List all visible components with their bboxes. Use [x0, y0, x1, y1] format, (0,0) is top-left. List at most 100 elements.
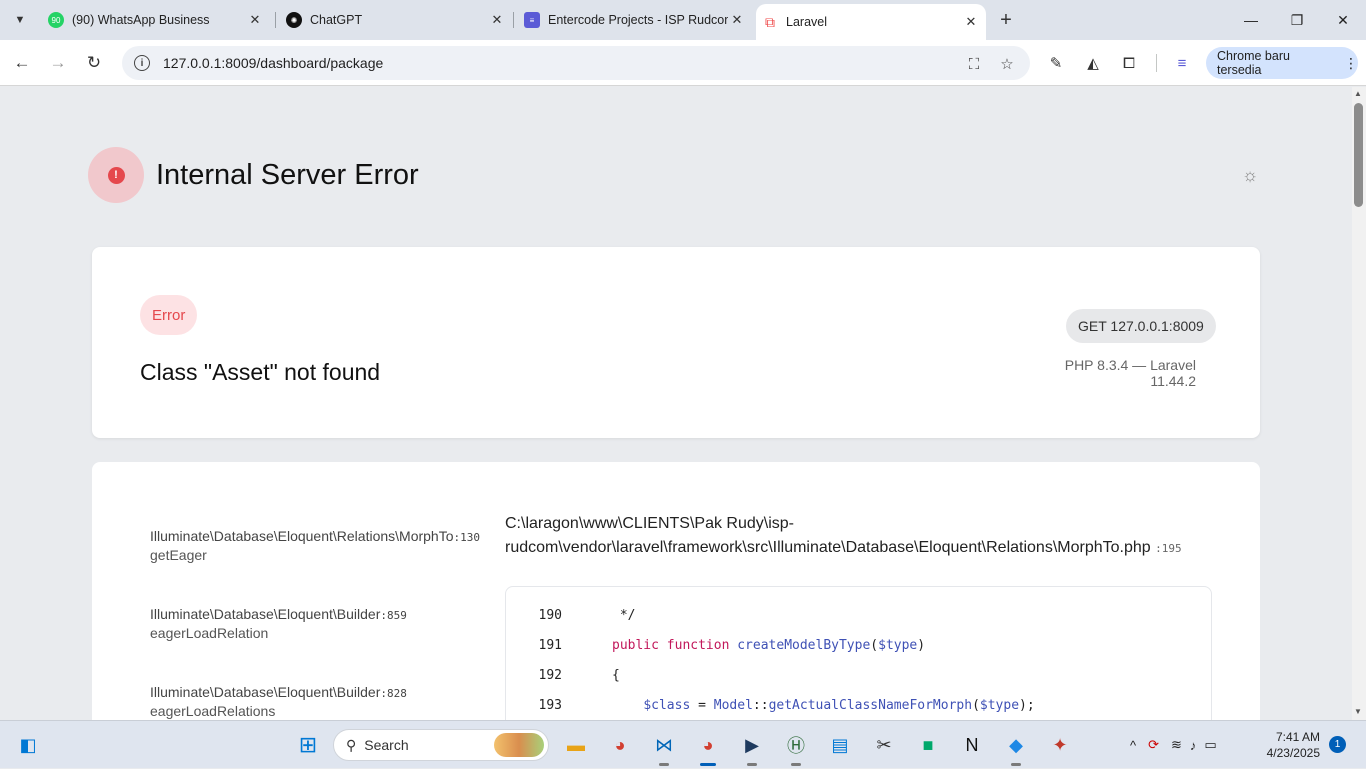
minimize-button[interactable]: — — [1228, 0, 1274, 40]
bookmark-star-icon[interactable]: ☆ — [997, 54, 1017, 74]
frame-class: Illuminate\Database\Eloquent\Builder — [150, 684, 381, 700]
chrome-icon[interactable]: ◕ — [604, 729, 636, 761]
code-text: */ — [612, 607, 636, 623]
exclamation-icon: ! — [107, 166, 125, 184]
tab-title: ChatGPT — [310, 13, 363, 27]
new-tab-button[interactable]: + — [994, 8, 1018, 32]
notepad-icon[interactable]: ▤ — [824, 729, 856, 761]
close-tab-icon[interactable]: ✕ — [488, 11, 506, 29]
frame-function: eagerLoadRelations — [150, 703, 276, 719]
forward-button[interactable]: → — [44, 49, 72, 77]
tab-search-button[interactable]: ▼ — [6, 7, 34, 33]
error-badge: Error — [140, 295, 198, 335]
code-line: 193 $class = Model::getActualClassNameFo… — [506, 690, 1211, 720]
tab-title: Entercode Projects - ISP Rudcom — [548, 13, 728, 27]
stack-frame[interactable]: Illuminate\Database\Eloquent\Builder:859… — [150, 606, 482, 641]
stack-frame[interactable]: Illuminate\Database\Eloquent\Builder:828… — [150, 684, 482, 719]
close-tab-icon[interactable]: ✕ — [962, 13, 980, 31]
exception-message: Class "Asset" not found — [140, 359, 381, 385]
address-bar[interactable]: i 127.0.0.1:8009/dashboard/package ⛶ ☆ — [122, 46, 1030, 80]
error-icon-circle: ! — [88, 147, 144, 203]
toolbar-separator — [1156, 54, 1157, 72]
close-tab-icon[interactable]: ✕ — [246, 11, 264, 29]
file-path[interactable]: C:\laragon\www\CLIENTS\Pak Rudy\isp- rud… — [505, 512, 1225, 561]
code-line-number: 190 — [538, 607, 562, 623]
error-header: ! Internal Server Error — [88, 147, 419, 203]
page-scrollbar[interactable]: ▲ ▼ — [1352, 87, 1366, 720]
file-line-number: :195 — [1155, 542, 1182, 555]
page-viewport: ! Internal Server Error ☼ Error Class "A… — [0, 87, 1352, 720]
site-info-icon[interactable]: i — [134, 55, 150, 71]
extension-a-icon[interactable]: ◭ — [1082, 52, 1104, 74]
tab-separator — [275, 12, 276, 28]
tab-laravel[interactable]: ⧉ Laravel ✕ — [756, 4, 986, 40]
tab-separator — [513, 12, 514, 28]
vscode-icon[interactable]: ⋈ — [648, 729, 680, 766]
scroll-up-icon[interactable]: ▲ — [1354, 89, 1362, 98]
frame-class: Illuminate\Database\Eloquent\Relations\M… — [150, 528, 454, 544]
time: 7:41 AM — [1275, 730, 1320, 744]
stack-frame[interactable]: Illuminate\Database\Eloquent\Relations\M… — [150, 528, 482, 563]
taskbar-search[interactable]: ⚲ Search — [333, 729, 549, 761]
code-text: $class = Model::getActualClassNameForMor… — [643, 697, 1035, 713]
chrome-active-icon[interactable]: ◕ — [692, 729, 724, 766]
frame-class: Illuminate\Database\Eloquent\Builder — [150, 606, 381, 622]
notification-badge[interactable]: 1 — [1329, 736, 1346, 753]
volume-icon[interactable]: ♪ — [1190, 738, 1197, 753]
meet-icon[interactable]: ■ — [912, 729, 944, 761]
app-icon[interactable]: ✦ — [1044, 729, 1076, 761]
version-info: PHP 8.3.4 — Laravel 11.44.2 — [1064, 357, 1196, 389]
search-icon: ⚲ — [346, 736, 357, 753]
chatgpt-icon: ✺ — [286, 12, 302, 28]
menu-dots-icon[interactable]: ⋮ — [1344, 55, 1358, 72]
url-text[interactable]: 127.0.0.1:8009/dashboard/package — [163, 55, 383, 71]
tab-chatgpt[interactable]: ✺ ChatGPT ✕ — [280, 0, 512, 40]
translate-icon[interactable]: ⛶ — [964, 54, 984, 74]
widgets-icon[interactable]: ◧ — [12, 729, 44, 761]
profile-icon[interactable]: ≡ — [1171, 52, 1193, 74]
code-text: public function createModelByType($type) — [612, 637, 926, 653]
terminal-icon[interactable]: ▶ — [736, 729, 768, 766]
start-icon[interactable]: ⊞ — [292, 729, 324, 761]
code-line: 192 { — [506, 660, 1211, 690]
laravel-icon: ⧉ — [765, 13, 775, 30]
linear-icon: ≡ — [524, 12, 540, 28]
tab-title: Laravel — [786, 15, 827, 29]
file-explorer-icon[interactable]: ▬ — [560, 729, 592, 761]
code-text: { — [612, 667, 620, 683]
reload-button[interactable]: ↻ — [80, 49, 108, 77]
chevron-up-icon[interactable]: ^ — [1130, 738, 1136, 753]
back-button[interactable]: ← — [8, 49, 36, 77]
page-title: Internal Server Error — [156, 158, 419, 191]
wifi-icon[interactable]: ≋ — [1171, 737, 1182, 753]
close-tab-icon[interactable]: ✕ — [728, 11, 746, 29]
search-label: Search — [364, 737, 409, 753]
exception-card: Error Class "Asset" not found GET 127.0.… — [92, 247, 1260, 438]
clock[interactable]: 7:41 AM 4/23/2025 — [1262, 729, 1320, 761]
sun-theme-icon[interactable]: ☼ — [1240, 165, 1260, 185]
snipping-tool-icon[interactable]: ✂ — [868, 729, 900, 761]
tab-title: (90) WhatsApp Business — [72, 13, 210, 27]
extensions-puzzle-icon[interactable]: ⧠ — [1118, 52, 1140, 74]
frame-function: getEager — [150, 547, 207, 563]
frame-line: :828 — [380, 687, 407, 700]
laragon-icon[interactable]: ◆ — [1000, 729, 1032, 766]
notion-icon[interactable]: N — [956, 729, 988, 761]
tab-whatsapp[interactable]: 90 (90) WhatsApp Business ✕ — [42, 0, 270, 40]
whatsapp-icon: 90 — [48, 12, 64, 28]
scrollbar-thumb[interactable] — [1354, 103, 1363, 207]
pen-icon[interactable]: ✎ — [1045, 52, 1067, 74]
battery-icon[interactable]: ▭ — [1204, 737, 1216, 753]
chrome-update-button[interactable]: Chrome baru tersedia ⋮ — [1206, 47, 1358, 79]
scroll-down-icon[interactable]: ▼ — [1354, 707, 1362, 716]
tab-entercode[interactable]: ≡ Entercode Projects - ISP Rudcom ✕ — [518, 0, 752, 40]
code-line-number: 193 — [538, 697, 562, 713]
sync-icon[interactable]: ⟳ — [1148, 737, 1159, 753]
file-path-line-2: rudcom\vendor\laravel\framework\src\Illu… — [505, 539, 1151, 556]
close-window-button[interactable]: ✕ — [1320, 0, 1366, 40]
file-path-line-1: C:\laragon\www\CLIENTS\Pak Rudy\isp- — [505, 515, 794, 532]
tab-strip: ▼ 90 (90) WhatsApp Business ✕ ✺ ChatGPT … — [0, 0, 1366, 40]
restore-button[interactable]: ❐ — [1274, 0, 1320, 40]
frame-function: eagerLoadRelation — [150, 625, 269, 641]
heidisql-icon[interactable]: Ⓗ — [780, 729, 812, 766]
